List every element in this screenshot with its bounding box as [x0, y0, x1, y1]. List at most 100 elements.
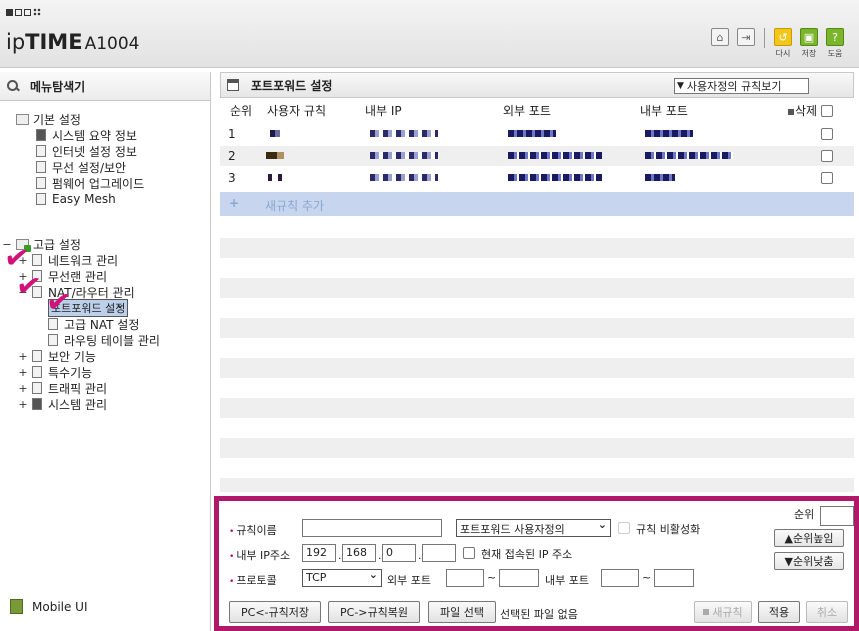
window-icon [227, 79, 239, 91]
panel-header: 포트포워드 설정 ▼ 사용자정의 규칙보기 [220, 72, 854, 98]
restore-rules-from-pc-button[interactable]: PC->규칙복원 [328, 601, 420, 623]
tree-wireless-security[interactable]: 무선 설정/보안 [36, 160, 126, 175]
firmware-icon [36, 177, 46, 189]
home-icon: ⌂ [711, 28, 729, 46]
rule-name-input[interactable] [302, 519, 442, 537]
logout-button[interactable]: ⇥ [736, 28, 756, 46]
table-row[interactable]: 1 [220, 124, 854, 144]
disable-rule-checkbox[interactable] [618, 522, 630, 534]
mobile-ui-link[interactable]: Mobile UI [10, 599, 88, 614]
redacted-internal-ip [370, 152, 438, 159]
empty-row [220, 398, 854, 418]
redacted-rule-name [266, 152, 284, 159]
network-icon [32, 254, 42, 266]
expand-icon[interactable]: + [18, 382, 28, 395]
tree-traffic[interactable]: + 트래픽 관리 [18, 381, 107, 396]
redacted-external-port [508, 130, 556, 137]
traffic-icon [32, 382, 42, 394]
current-ip-checkbox[interactable] [463, 547, 475, 559]
ip-octet-1[interactable]: 192 [302, 544, 336, 562]
rank-down-button[interactable]: ▼순위낮춤 [774, 552, 844, 570]
col-external-port: 외부 포트 [503, 104, 551, 118]
mobile-icon [10, 599, 23, 614]
external-port-end[interactable] [499, 569, 539, 587]
tree-security[interactable]: + 보안 기능 [18, 349, 96, 364]
add-rule-row[interactable]: + 새규칙 추가 [220, 192, 854, 216]
chevron-down-icon: ▼ [677, 81, 684, 91]
help-icon: ? [826, 28, 844, 46]
redacted-internal-port [645, 130, 693, 137]
ip-octet-3[interactable]: 0 [382, 544, 416, 562]
ip-octet-4[interactable] [422, 544, 456, 562]
wireless-icon [36, 161, 46, 173]
save-button[interactable]: ▣ 저장 [799, 28, 819, 59]
tree-basic-settings[interactable]: 기본 설정 [16, 112, 81, 127]
redacted-internal-ip [370, 130, 438, 137]
logout-icon: ⇥ [737, 28, 755, 46]
empty-row [220, 438, 854, 458]
internet-icon [36, 145, 46, 157]
protocol-select[interactable]: TCP [302, 568, 382, 587]
save-rules-to-pc-button[interactable]: PC<-규칙저장 [229, 601, 321, 623]
cancel-button[interactable]: 취소 [806, 601, 848, 623]
apply-button[interactable]: 적용 [758, 601, 800, 623]
home-button[interactable]: ⌂ [710, 28, 730, 46]
col-internal-ip: 내부 IP [365, 104, 402, 118]
delete-all-checkbox[interactable] [821, 105, 833, 117]
empty-row [220, 318, 854, 338]
ip-dot: . [378, 549, 382, 562]
external-port-start[interactable] [446, 569, 484, 587]
internal-port-start[interactable] [601, 569, 639, 587]
tree-network-management[interactable]: + 네트워크 관리 [18, 253, 118, 268]
expand-icon[interactable]: + [18, 366, 28, 379]
redacted-rule-name [270, 130, 280, 137]
table-row[interactable]: 2 [220, 146, 854, 166]
rule-type-select[interactable]: 포트포워드 사용자정의 [456, 518, 611, 537]
col-internal-port: 내부 포트 [640, 104, 688, 118]
rank-up-button[interactable]: ▲순위높임 [774, 529, 844, 547]
empty-row [220, 478, 854, 492]
header-buttons: ⌂ ⇥ ↺ 다시 ▣ 저장 ? 도움 [710, 28, 845, 59]
menu-explorer: 메뉴탐색기 기본 설정 시스템 요약 정보 인터넷 설정 정보 무선 설정/보안… [0, 72, 211, 631]
row-delete-checkbox[interactable] [821, 128, 833, 140]
expand-icon[interactable]: + [18, 350, 28, 363]
reload-button[interactable]: ↺ 다시 [773, 28, 793, 59]
empty-row [220, 278, 854, 298]
col-user-rule: 사용자 규칙 [267, 104, 327, 118]
tree-routing-table[interactable]: 라우팅 테이블 관리 [48, 333, 160, 348]
annotation-check-mark: ✔ [43, 283, 74, 322]
rule-view-select[interactable]: ▼ 사용자정의 규칙보기 [674, 78, 809, 94]
range-tilde: ~ [642, 571, 652, 584]
choose-file-button[interactable]: 파일 선택 [428, 601, 496, 623]
save-icon: ▣ [800, 28, 818, 46]
ip-dot: . [338, 549, 342, 562]
new-rule-button[interactable]: 새규칙 [694, 601, 752, 623]
help-button[interactable]: ? 도움 [825, 28, 845, 59]
tree-system[interactable]: + 시스템 관리 [18, 397, 107, 412]
no-file-label: 선택된 파일 없음 [500, 608, 578, 621]
redacted-internal-ip [370, 174, 438, 181]
rule-edit-form: 규칙이름 포트포워드 사용자정의 규칙 비활성화 내부 IP주소 192 . 1… [214, 496, 859, 631]
rank-input[interactable] [820, 506, 854, 526]
internal-port-end[interactable] [654, 569, 694, 587]
row-delete-checkbox[interactable] [821, 150, 833, 162]
redacted-rule-name [268, 174, 284, 181]
tree-firmware-upgrade[interactable]: 펌웨어 업그레이드 [36, 176, 144, 191]
annotation-check-mark: ✔ [13, 267, 44, 306]
tree-internet-info[interactable]: 인터넷 설정 정보 [36, 144, 137, 159]
window-icons [6, 8, 41, 16]
new-rule-icon [703, 609, 710, 615]
tree-special[interactable]: + 특수기능 [18, 365, 92, 380]
redacted-external-port [508, 174, 602, 181]
expand-icon[interactable]: + [18, 398, 28, 411]
chart-icon [36, 129, 46, 141]
tree-easy-mesh[interactable]: Easy Mesh [36, 192, 116, 206]
special-icon [32, 366, 42, 378]
header-bar: ipTIME A1004 ⌂ ⇥ ↺ 다시 ▣ 저장 ? 도움 [0, 0, 859, 68]
chart-icon [32, 398, 42, 410]
ip-octet-2[interactable]: 168 [342, 544, 376, 562]
folder-icon [16, 113, 29, 125]
table-row[interactable]: 3 [220, 168, 854, 188]
tree-system-summary[interactable]: 시스템 요약 정보 [36, 128, 137, 143]
row-delete-checkbox[interactable] [821, 172, 833, 184]
